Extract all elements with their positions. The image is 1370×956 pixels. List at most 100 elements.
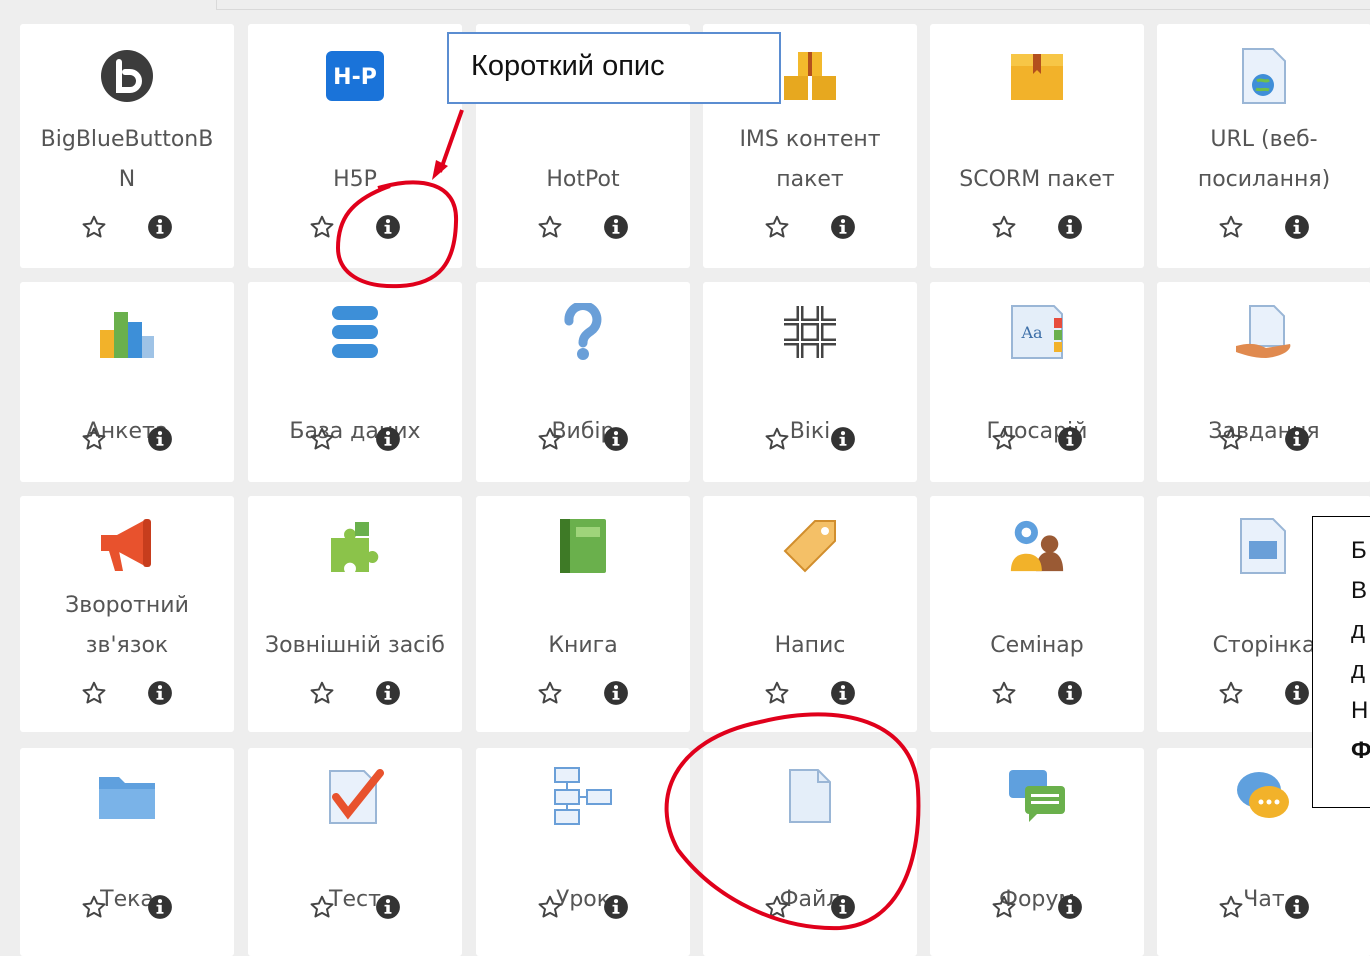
activity-tile[interactable]: Урок xyxy=(476,748,690,956)
star-icon[interactable] xyxy=(535,212,565,242)
info-icon[interactable] xyxy=(601,892,631,922)
star-icon[interactable] xyxy=(535,892,565,922)
info-icon[interactable] xyxy=(1055,424,1085,454)
star-icon[interactable] xyxy=(762,212,792,242)
side-note-line: д xyxy=(1351,617,1366,644)
survey-chart-icon xyxy=(97,302,157,362)
info-icon[interactable] xyxy=(145,892,175,922)
activity-label: N xyxy=(118,167,136,192)
activity-tile[interactable]: Вибір xyxy=(476,282,690,482)
activity-label: пакет xyxy=(776,167,844,192)
info-icon[interactable] xyxy=(373,892,403,922)
activity-actions xyxy=(248,424,462,460)
info-icon[interactable] xyxy=(373,678,403,708)
glossary-icon: Aa xyxy=(1007,302,1067,362)
star-icon[interactable] xyxy=(989,892,1019,922)
tab-bar xyxy=(0,0,1370,10)
info-icon[interactable] xyxy=(145,424,175,454)
tab-edge xyxy=(216,0,1370,10)
info-icon[interactable] xyxy=(601,212,631,242)
star-icon[interactable] xyxy=(1216,678,1246,708)
activity-label: HotPot xyxy=(546,167,620,192)
activity-tile[interactable]: BigBlueButtonB N xyxy=(20,24,234,268)
activity-tile[interactable]: SCORM пакет xyxy=(930,24,1144,268)
star-icon[interactable] xyxy=(989,424,1019,454)
folder-icon xyxy=(97,766,157,826)
star-icon[interactable] xyxy=(989,678,1019,708)
star-icon[interactable] xyxy=(1216,212,1246,242)
info-icon[interactable] xyxy=(145,678,175,708)
star-icon[interactable] xyxy=(762,678,792,708)
activity-actions xyxy=(20,678,234,714)
activity-tile[interactable]: Зовнішній засіб xyxy=(248,496,462,732)
info-icon[interactable] xyxy=(145,212,175,242)
activity-tile[interactable]: Тека xyxy=(20,748,234,956)
star-icon[interactable] xyxy=(79,678,109,708)
annotation-callout-text: Короткий опис xyxy=(471,50,665,82)
side-note-line: Н xyxy=(1351,697,1369,724)
star-icon[interactable] xyxy=(79,424,109,454)
info-icon[interactable] xyxy=(1055,212,1085,242)
star-icon[interactable] xyxy=(307,424,337,454)
activity-actions xyxy=(476,424,690,460)
activity-tile[interactable]: Тест xyxy=(248,748,462,956)
activity-label: Зворотний xyxy=(65,593,189,618)
activity-label: посилання) xyxy=(1197,167,1331,192)
info-icon[interactable] xyxy=(601,424,631,454)
forum-icon xyxy=(1007,766,1067,826)
star-icon[interactable] xyxy=(307,678,337,708)
star-icon[interactable] xyxy=(307,212,337,242)
activity-actions xyxy=(930,424,1144,460)
side-note-line: Ф xyxy=(1351,737,1370,764)
activity-tile[interactable]: Книга xyxy=(476,496,690,732)
puzzle-icon xyxy=(325,516,385,576)
info-icon[interactable] xyxy=(1055,678,1085,708)
info-icon[interactable] xyxy=(1282,424,1312,454)
activity-label: SCORM пакет xyxy=(959,167,1115,192)
activity-tile[interactable]: Aa Глосарій xyxy=(930,282,1144,482)
activity-tile[interactable]: Напис xyxy=(703,496,917,732)
activity-tile[interactable]: Файл xyxy=(703,748,917,956)
star-icon[interactable] xyxy=(535,424,565,454)
info-icon[interactable] xyxy=(828,212,858,242)
star-icon[interactable] xyxy=(1216,892,1246,922)
activity-actions xyxy=(1157,892,1370,928)
activity-actions xyxy=(20,424,234,460)
quiz-icon xyxy=(325,766,385,826)
info-icon[interactable] xyxy=(828,424,858,454)
activity-tile[interactable]: Зворотний зв'язок xyxy=(20,496,234,732)
activity-tile[interactable]: Форум xyxy=(930,748,1144,956)
star-icon[interactable] xyxy=(1216,424,1246,454)
info-icon[interactable] xyxy=(373,424,403,454)
star-icon[interactable] xyxy=(762,424,792,454)
activity-label: Напис xyxy=(774,633,846,658)
activity-actions xyxy=(476,892,690,928)
star-icon[interactable] xyxy=(307,892,337,922)
star-icon[interactable] xyxy=(79,212,109,242)
info-icon[interactable] xyxy=(373,212,403,242)
activity-tile[interactable]: H-P H5P xyxy=(248,24,462,268)
info-icon[interactable] xyxy=(828,678,858,708)
star-icon[interactable] xyxy=(535,678,565,708)
chat-icon xyxy=(1234,766,1294,826)
activity-tile[interactable]: Анкета xyxy=(20,282,234,482)
star-icon[interactable] xyxy=(989,212,1019,242)
info-icon[interactable] xyxy=(1282,212,1312,242)
info-icon[interactable] xyxy=(1055,892,1085,922)
annotation-callout: Короткий опис xyxy=(447,32,781,104)
activity-actions xyxy=(20,212,234,248)
info-icon[interactable] xyxy=(1282,678,1312,708)
star-icon[interactable] xyxy=(79,892,109,922)
info-icon[interactable] xyxy=(828,892,858,922)
activity-tile[interactable]: URL (веб-посилання) xyxy=(1157,24,1370,268)
star-icon[interactable] xyxy=(762,892,792,922)
side-note-line: д xyxy=(1351,657,1366,684)
activity-actions xyxy=(930,892,1144,928)
activity-tile[interactable]: Завдання xyxy=(1157,282,1370,482)
activity-tile[interactable]: Вікі xyxy=(703,282,917,482)
info-icon[interactable] xyxy=(601,678,631,708)
activity-tile[interactable]: База даних xyxy=(248,282,462,482)
info-icon[interactable] xyxy=(1282,892,1312,922)
side-note-box: Б В д д Н Ф xyxy=(1312,516,1370,808)
activity-tile[interactable]: Семінар xyxy=(930,496,1144,732)
